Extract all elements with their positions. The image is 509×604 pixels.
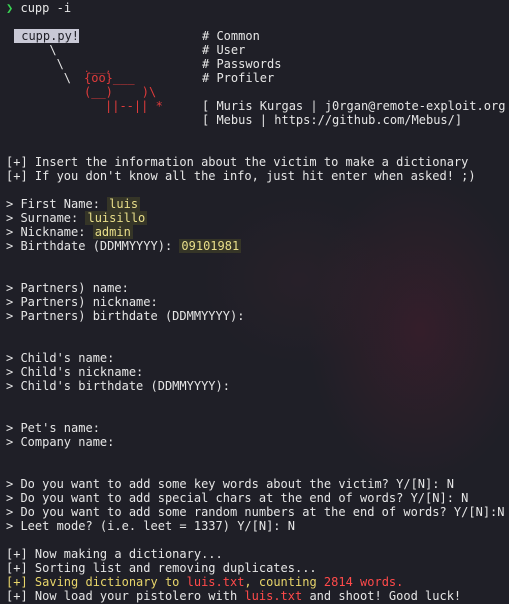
status-final: [+] Now load your pistolero with luis.tx… [6,589,462,603]
word-count: 2814 words. [323,575,404,589]
intro-line-1: [+] Insert the information about the vic… [6,155,469,169]
partners-name-prompt: > Partners) name: [6,281,129,295]
banner-art-face: {oo}___ [84,71,135,85]
saved-file-name: luis.txt [186,575,245,589]
birthdate-value: 09101981 [179,239,242,253]
banner-credit-2: [ Mebus | https://github.com/Mebus/] [202,113,463,127]
child-birthdate-prompt: > Child's birthdate (DDMMYYYY): [6,379,230,393]
first-name-field: > First Name: luis [6,197,141,211]
banner-menu-user: # User [202,43,246,57]
banner-label: cupp.py! [14,29,80,43]
company-name-prompt: > Company name: [6,435,115,449]
banner-menu-profiler: # Profiler [202,71,275,85]
child-name-prompt: > Child's name: [6,351,115,365]
surname-field: > Surname: luisillo [6,211,148,225]
prompt-symbol: ❯ [6,1,14,15]
intro-line-2: [+] If you don't know all the info, just… [6,169,476,183]
banner-menu-common: # Common [202,29,260,43]
banner-art-legs: ||--|| * [105,99,163,113]
banner-credit-1: [ Muris Kurgas | j0rgan@remote-exploit.o… [202,99,509,113]
status-saving: [+] Saving dictionary to luis.txt, count… [6,575,404,589]
birthdate-field: > Birthdate (DDMMYYYY): 09101981 [6,239,242,253]
banner-art-2: \ [6,57,64,71]
final-file-name: luis.txt [244,589,303,603]
keywords-question: > Do you want to add some key words abou… [6,477,454,491]
banner-art-1: \ [6,43,57,57]
nickname-field: > Nickname: admin [6,225,133,239]
status-sorting: [+] Sorting list and removing duplicates… [6,561,317,575]
child-nickname-prompt: > Child's nickname: [6,365,144,379]
prompt-command: cupp -i [20,1,72,15]
partners-birthdate-prompt: > Partners) birthdate (DDMMYYYY): [6,309,245,323]
prompt-line: ❯ cupp -i [6,1,71,15]
banner-label-line: cupp.py! [14,29,80,43]
banner-art-body: (__) )\ [84,85,157,99]
special-chars-question: > Do you want to add special chars at th… [6,491,469,505]
leet-mode-question: > Leet mode? (i.e. leet = 1337) Y/[N]: N [6,519,295,533]
nickname-value: admin [92,225,133,239]
banner-art-3: \ [6,71,72,85]
status-making-dictionary: [+] Now making a dictionary... [6,547,223,561]
random-numbers-question: > Do you want to add some random numbers… [6,505,505,519]
pet-name-prompt: > Pet's name: [6,421,100,435]
first-name-value: luis [107,197,141,211]
banner-menu-passwords: # Passwords [202,57,282,71]
surname-value: luisillo [85,211,148,225]
partners-nickname-prompt: > Partners) nickname: [6,295,158,309]
terminal-window[interactable]: ❯ cupp -i cupp.py! \ \ \ .___. {oo}___ (… [0,0,509,604]
